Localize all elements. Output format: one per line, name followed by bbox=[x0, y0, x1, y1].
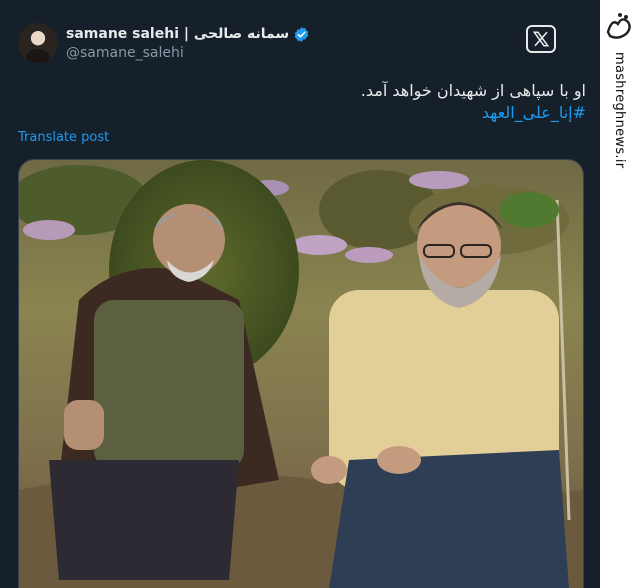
mashregh-logo-icon bbox=[606, 13, 631, 39]
hashtag-link[interactable]: #إنا_علی_العهد bbox=[26, 102, 586, 124]
author-name-row[interactable]: samane salehi | سمانه صالحی bbox=[66, 24, 310, 44]
watermark-rail: mashreghnews.ir bbox=[600, 0, 637, 588]
watermark-site: mashreghnews.ir bbox=[612, 52, 627, 169]
verified-badge-icon bbox=[294, 26, 309, 42]
tweet-card: samane salehi | سمانه صالحی @samane_sale… bbox=[0, 0, 600, 588]
tweet-photo[interactable] bbox=[18, 159, 584, 588]
photo-two-men-seated-outdoors bbox=[19, 160, 583, 588]
x-logo-icon[interactable] bbox=[526, 25, 556, 53]
avatar[interactable] bbox=[18, 23, 58, 63]
translate-post-link[interactable]: Translate post bbox=[18, 130, 109, 145]
x-glyph-icon bbox=[532, 31, 550, 47]
tweet-text: او با سپاهی از شهیدان خواهد آمد. #إنا_عل… bbox=[26, 80, 586, 124]
author-display-name[interactable]: samane salehi | سمانه صالحی bbox=[66, 26, 289, 42]
tweet-text-line: او با سپاهی از شهیدان خواهد آمد. bbox=[360, 81, 586, 100]
author-handle[interactable]: @samane_salehi bbox=[66, 45, 184, 61]
